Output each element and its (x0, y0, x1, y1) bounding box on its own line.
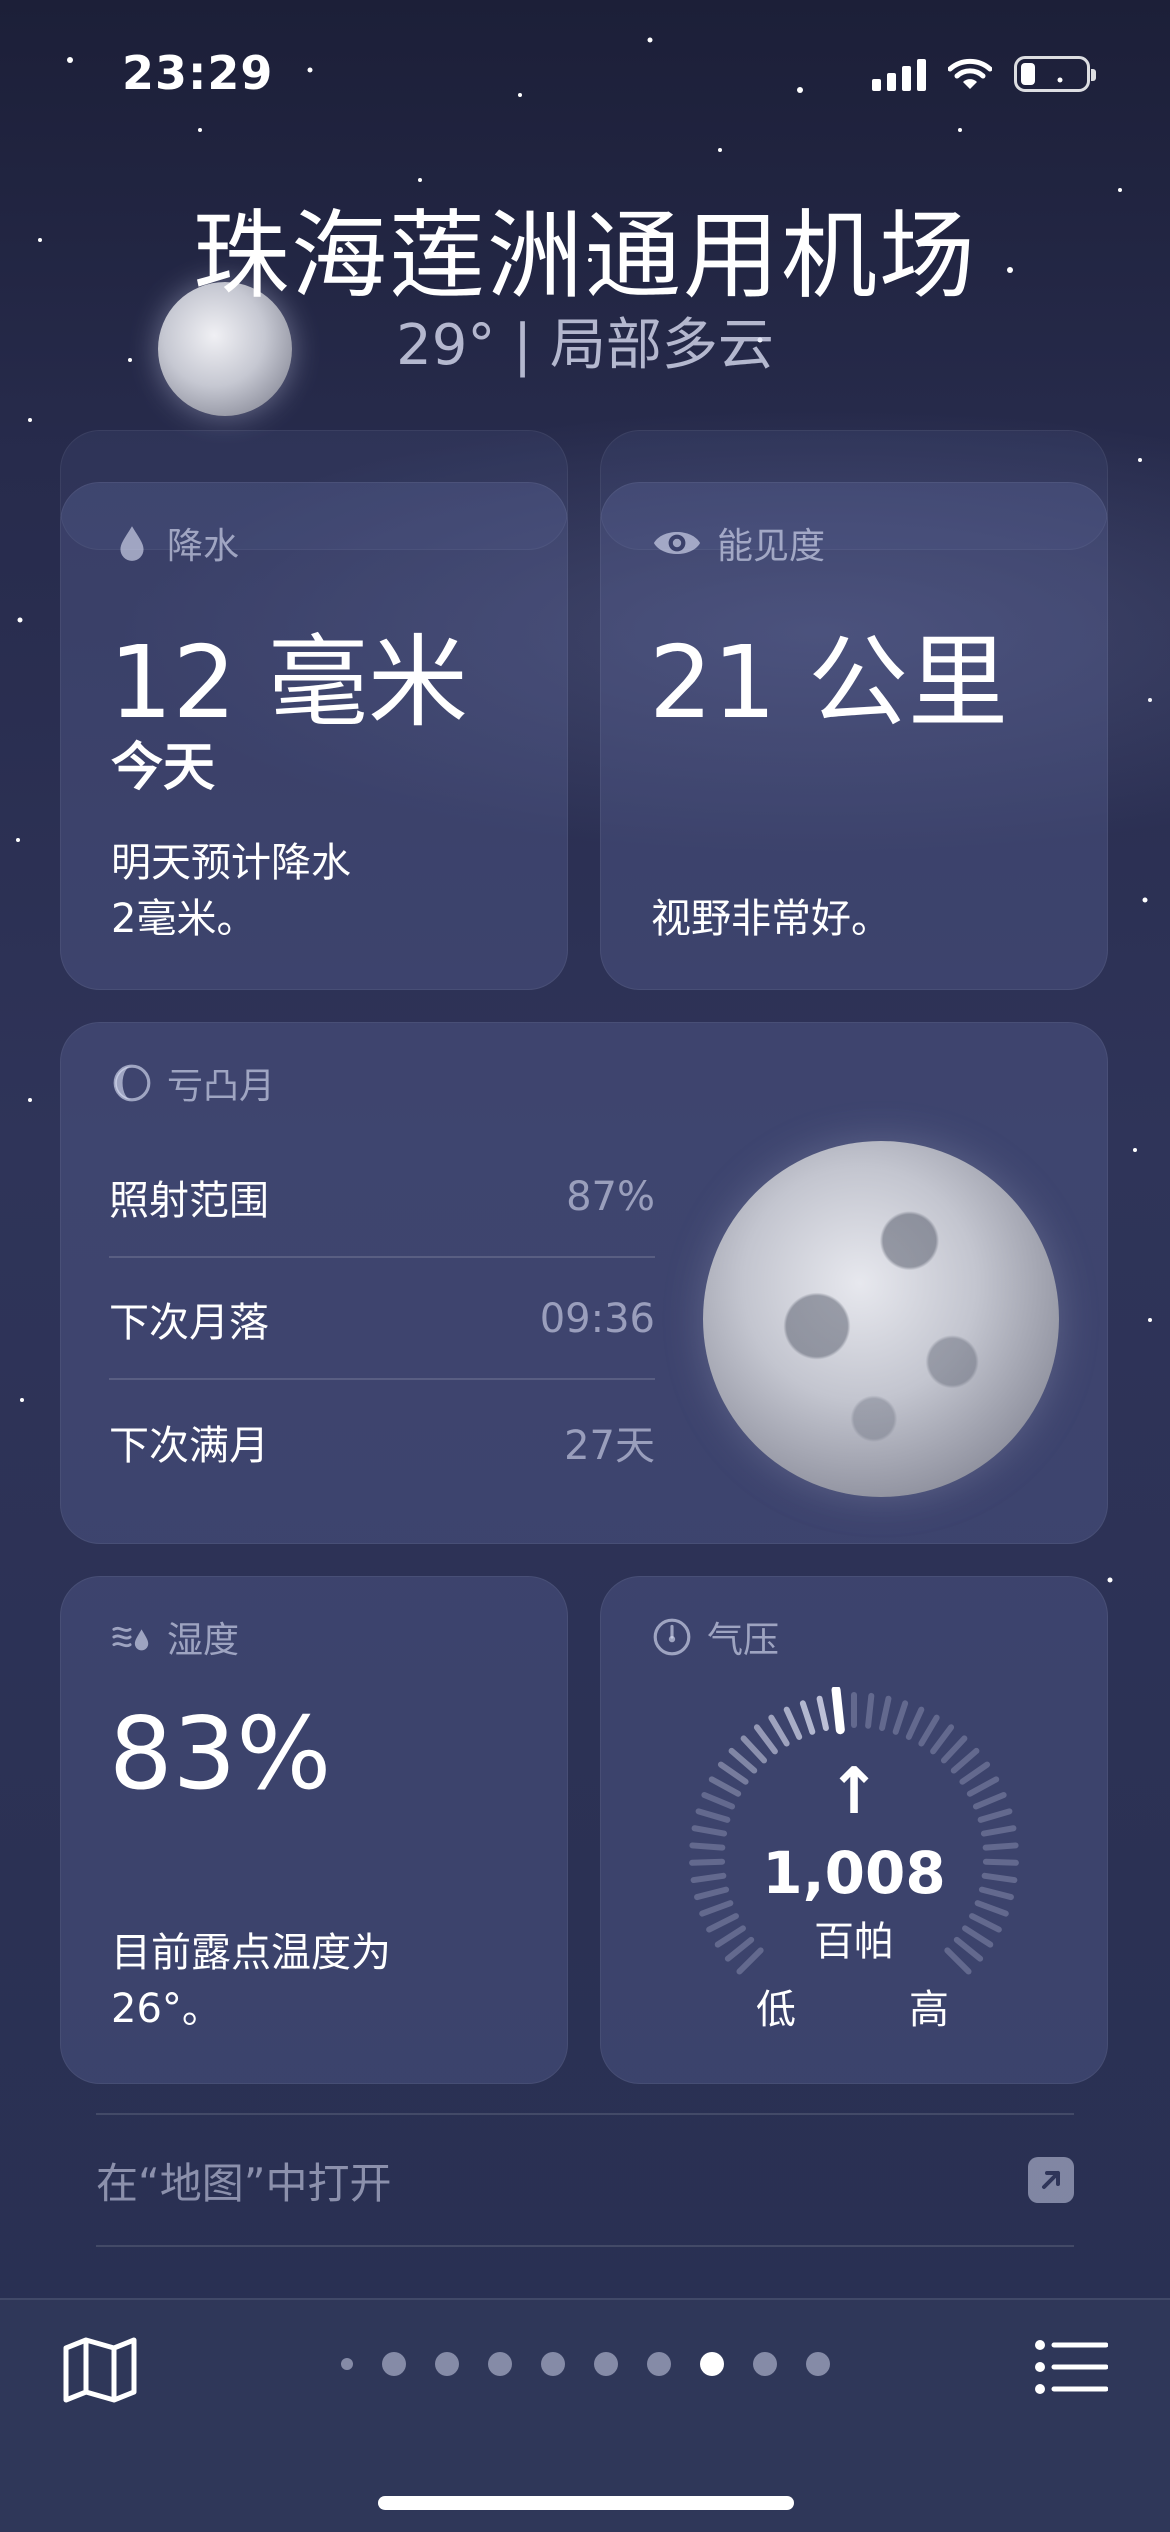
status-time: 23:29 (122, 46, 274, 100)
moon-row-value: 09:36 (539, 1295, 655, 1342)
location-dot[interactable] (340, 2358, 353, 2370)
gauge-tick (918, 1714, 940, 1747)
precipitation-period: 今天 (111, 738, 216, 798)
gauge-tick (892, 1700, 909, 1735)
open-in-maps-link[interactable]: 在“地图”中打开 (96, 2113, 1074, 2247)
page-dot[interactable] (805, 2352, 830, 2376)
page-dot[interactable] (752, 2352, 777, 2376)
raindrop-icon (120, 526, 144, 561)
humidity-title: 湿度 (167, 1620, 240, 1661)
moon-phase-title: 亏凸月 (167, 1066, 276, 1107)
gauge-tick (865, 1692, 875, 1729)
visibility-value: 21 公里 (649, 624, 1009, 741)
wifi-icon (948, 58, 992, 89)
precipitation-title: 降水 (167, 526, 240, 567)
list-icon[interactable] (1034, 2338, 1108, 2396)
pressure-card-header: 气压 (651, 1611, 779, 1663)
gauge-tick (691, 1825, 728, 1837)
gauge-tick (879, 1695, 892, 1732)
pressure-unit: 百帕 (814, 1919, 894, 1965)
humidity-dew-point: 目前露点温度为 26°。 (111, 1930, 391, 2032)
visibility-card[interactable]: 能见度 21 公里 视野非常好。 (600, 482, 1108, 990)
page-indicator[interactable] (0, 2352, 1170, 2376)
gauge-tick (930, 1724, 955, 1755)
battery-icon (1014, 56, 1096, 92)
page-dot[interactable] (593, 2352, 618, 2376)
gauge-needle (831, 1687, 845, 1735)
gauge-tick (980, 1825, 1017, 1837)
page-dot[interactable] (487, 2352, 512, 2376)
page-dot[interactable] (699, 2352, 724, 2376)
moon-card[interactable]: 亏凸月 照射范围 87% 下次月落 09:36 下次满月 27天 (60, 1022, 1108, 1544)
gauge-tick (783, 1706, 803, 1740)
visibility-description: 视野非常好。 (651, 896, 891, 942)
gauge-tick (768, 1714, 790, 1747)
external-arrow-icon (1028, 2157, 1074, 2203)
cellular-signal-icon (872, 57, 926, 91)
page-dot[interactable] (434, 2352, 459, 2376)
gauge-tick (816, 1695, 829, 1732)
humidity-card-header: 湿度 (111, 1611, 239, 1663)
moon-row-value: 87% (566, 1173, 655, 1220)
precipitation-forecast: 明天预计降水 2毫米。 (111, 840, 351, 942)
precipitation-card-header: 降水 (111, 517, 239, 569)
visibility-title: 能见度 (717, 526, 826, 567)
visibility-card-header: 能见度 (651, 517, 825, 569)
moon-row-moonset: 下次月落 09:36 (109, 1259, 655, 1380)
moon-row-illumination: 照射范围 87% (109, 1137, 655, 1258)
moon-row-label: 照射范围 (109, 1177, 269, 1224)
pressure-high-label: 高 (909, 1987, 949, 2033)
current-conditions: 29° | 局部多云 (396, 313, 774, 378)
page-dot[interactable] (381, 2352, 406, 2376)
humidity-card[interactable]: 湿度 83% 目前露点温度为 26°。 (60, 1576, 568, 2084)
moon-row-value: 27天 (564, 1422, 655, 1469)
moon-image (703, 1141, 1059, 1497)
gauge-tick (753, 1724, 778, 1755)
status-icons (872, 56, 1096, 92)
moon-phase-icon (113, 1064, 151, 1102)
home-indicator (378, 2496, 794, 2510)
page-dot[interactable] (540, 2352, 565, 2376)
pressure-trend-arrow-icon: ↑ (827, 1755, 881, 1829)
open-in-maps-label: 在“地图”中打开 (96, 2158, 392, 2208)
pressure-value: 1,008 (762, 1839, 946, 1907)
moon-row-label: 下次满月 (109, 1422, 269, 1469)
page-dot[interactable] (646, 2352, 671, 2376)
humidity-icon (112, 1626, 149, 1651)
pressure-title: 气压 (707, 1620, 780, 1661)
humidity-value: 83% (109, 1695, 332, 1812)
eye-icon (653, 531, 701, 555)
moon-row-label: 下次月落 (109, 1299, 269, 1346)
gauge-tick (799, 1700, 816, 1735)
gauge-icon (653, 1618, 691, 1656)
precipitation-card[interactable]: 降水 12 毫米 今天 明天预计降水 2毫米。 (60, 482, 568, 990)
pressure-card[interactable]: 气压 ↑ 1,008 百帕 低 高 (600, 1576, 1108, 2084)
moon-card-header: 亏凸月 (111, 1057, 275, 1109)
city-name: 珠海莲洲通用机场 (193, 200, 977, 312)
gauge-tick (905, 1706, 925, 1740)
moon-row-full-moon: 下次满月 27天 (109, 1381, 655, 1502)
pressure-low-label: 低 (756, 1987, 796, 2033)
